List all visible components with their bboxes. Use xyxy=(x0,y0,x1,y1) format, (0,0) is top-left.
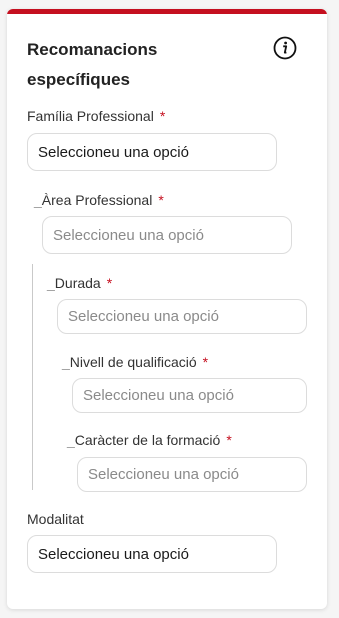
tree-branch-mark: _ xyxy=(47,275,55,291)
durada-label-text: Durada xyxy=(54,275,101,291)
caracter-select-placeholder: Seleccioneu una opció xyxy=(88,466,239,483)
modalitat-select-value: Seleccioneu una opció xyxy=(38,545,189,563)
tree-connector-line xyxy=(32,264,33,490)
info-icon[interactable] xyxy=(273,36,297,60)
durada-label: _Durada * xyxy=(47,275,112,291)
durada-select-placeholder: Seleccioneu una opció xyxy=(68,308,219,325)
required-mark: * xyxy=(106,275,113,291)
familia-select[interactable]: Seleccioneu una opció xyxy=(27,133,277,171)
accent-bar xyxy=(7,9,327,14)
nivell-select[interactable]: Seleccioneu una opció xyxy=(72,378,307,413)
caracter-label-text: Caràcter de la formació xyxy=(74,432,221,448)
required-mark: * xyxy=(158,192,164,208)
area-select[interactable]: Seleccioneu una opció xyxy=(42,216,292,254)
familia-select-value: Seleccioneu una opció xyxy=(38,143,189,161)
required-mark: * xyxy=(159,108,166,124)
familia-label: Família Professional * xyxy=(27,108,165,124)
durada-select[interactable]: Seleccioneu una opció xyxy=(57,299,307,334)
tree-branch-mark: _ xyxy=(67,432,75,448)
familia-label-text: Família Professional xyxy=(27,108,154,124)
modalitat-label-text: Modalitat xyxy=(27,511,84,527)
nivell-label: _Nivell de qualificació * xyxy=(62,354,208,370)
modalitat-label: Modalitat xyxy=(27,511,84,527)
area-select-placeholder: Seleccioneu una opció xyxy=(53,226,204,244)
modalitat-select[interactable]: Seleccioneu una opció xyxy=(27,535,277,573)
tree-branch-mark: _ xyxy=(62,354,70,370)
required-mark: * xyxy=(202,354,209,370)
panel-title: Recomanacions específiques xyxy=(27,40,158,89)
area-label: _Àrea Professional * xyxy=(34,192,164,208)
nivell-select-placeholder: Seleccioneu una opció xyxy=(83,387,234,404)
tree-branch-mark: _ xyxy=(34,192,42,208)
caracter-label: _Caràcter de la formació * xyxy=(67,432,232,448)
caracter-select[interactable]: Seleccioneu una opció xyxy=(77,457,307,492)
recommendations-panel: Recomanacions específiques Família Profe… xyxy=(7,9,327,609)
required-mark: * xyxy=(226,432,232,448)
nivell-label-text: Nivell de qualificació xyxy=(69,354,197,370)
area-label-text: Àrea Professional xyxy=(41,192,153,208)
